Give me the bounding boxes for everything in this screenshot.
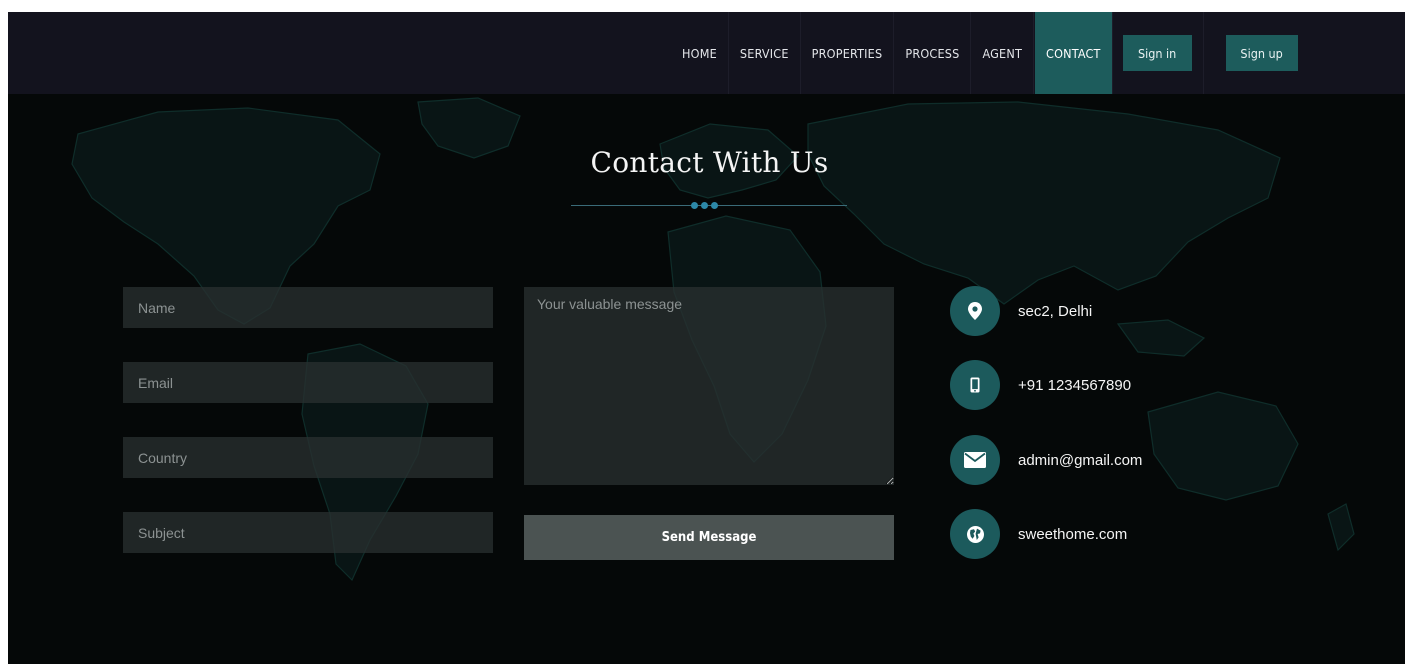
signup-button[interactable]: Sign up xyxy=(1225,35,1298,71)
section-title: Contact With Us xyxy=(590,146,829,179)
email-input[interactable] xyxy=(123,362,493,403)
name-input[interactable] xyxy=(123,287,493,328)
message-textarea[interactable] xyxy=(524,287,894,485)
contact-website: sweethome.com xyxy=(950,509,1127,559)
title-dots xyxy=(691,202,718,209)
nav-item-agent[interactable]: AGENT xyxy=(971,12,1035,94)
envelope-icon xyxy=(950,435,1000,485)
divider-dot xyxy=(711,202,718,209)
contact-website-text: sweethome.com xyxy=(1018,525,1128,543)
country-input[interactable] xyxy=(123,437,493,478)
contact-phone-text: +91 1234567890 xyxy=(1018,376,1132,394)
contact-address-text: sec2, Delhi xyxy=(1018,302,1093,320)
nav-item-home[interactable]: HOME xyxy=(671,12,729,94)
contact-email-text: admin@gmail.com xyxy=(1018,451,1143,469)
mobile-phone-icon xyxy=(950,360,1000,410)
contact-phone: +91 1234567890 xyxy=(950,360,1131,410)
nav-item-service[interactable]: SERVICE xyxy=(729,12,801,94)
signin-button[interactable]: Sign in xyxy=(1122,35,1192,71)
divider-dot xyxy=(701,202,708,209)
navbar: HOME SERVICE PROPERTIES PROCESS AGENT CO… xyxy=(8,12,1405,94)
send-message-button[interactable]: Send Message xyxy=(524,515,894,560)
contact-address: sec2, Delhi xyxy=(950,286,1092,336)
divider-dot xyxy=(691,202,698,209)
contact-email: admin@gmail.com xyxy=(950,435,1142,485)
page-frame: HOME SERVICE PROPERTIES PROCESS AGENT CO… xyxy=(8,12,1405,664)
nav-divider xyxy=(1202,12,1204,94)
globe-icon xyxy=(950,509,1000,559)
subject-input[interactable] xyxy=(123,512,493,553)
map-marker-icon xyxy=(950,286,1000,336)
nav-item-properties[interactable]: PROPERTIES xyxy=(801,12,895,94)
nav-item-contact[interactable]: CONTACT xyxy=(1035,12,1113,94)
nav-menu: HOME SERVICE PROPERTIES PROCESS AGENT CO… xyxy=(671,12,1298,94)
nav-item-process[interactable]: PROCESS xyxy=(894,12,972,94)
